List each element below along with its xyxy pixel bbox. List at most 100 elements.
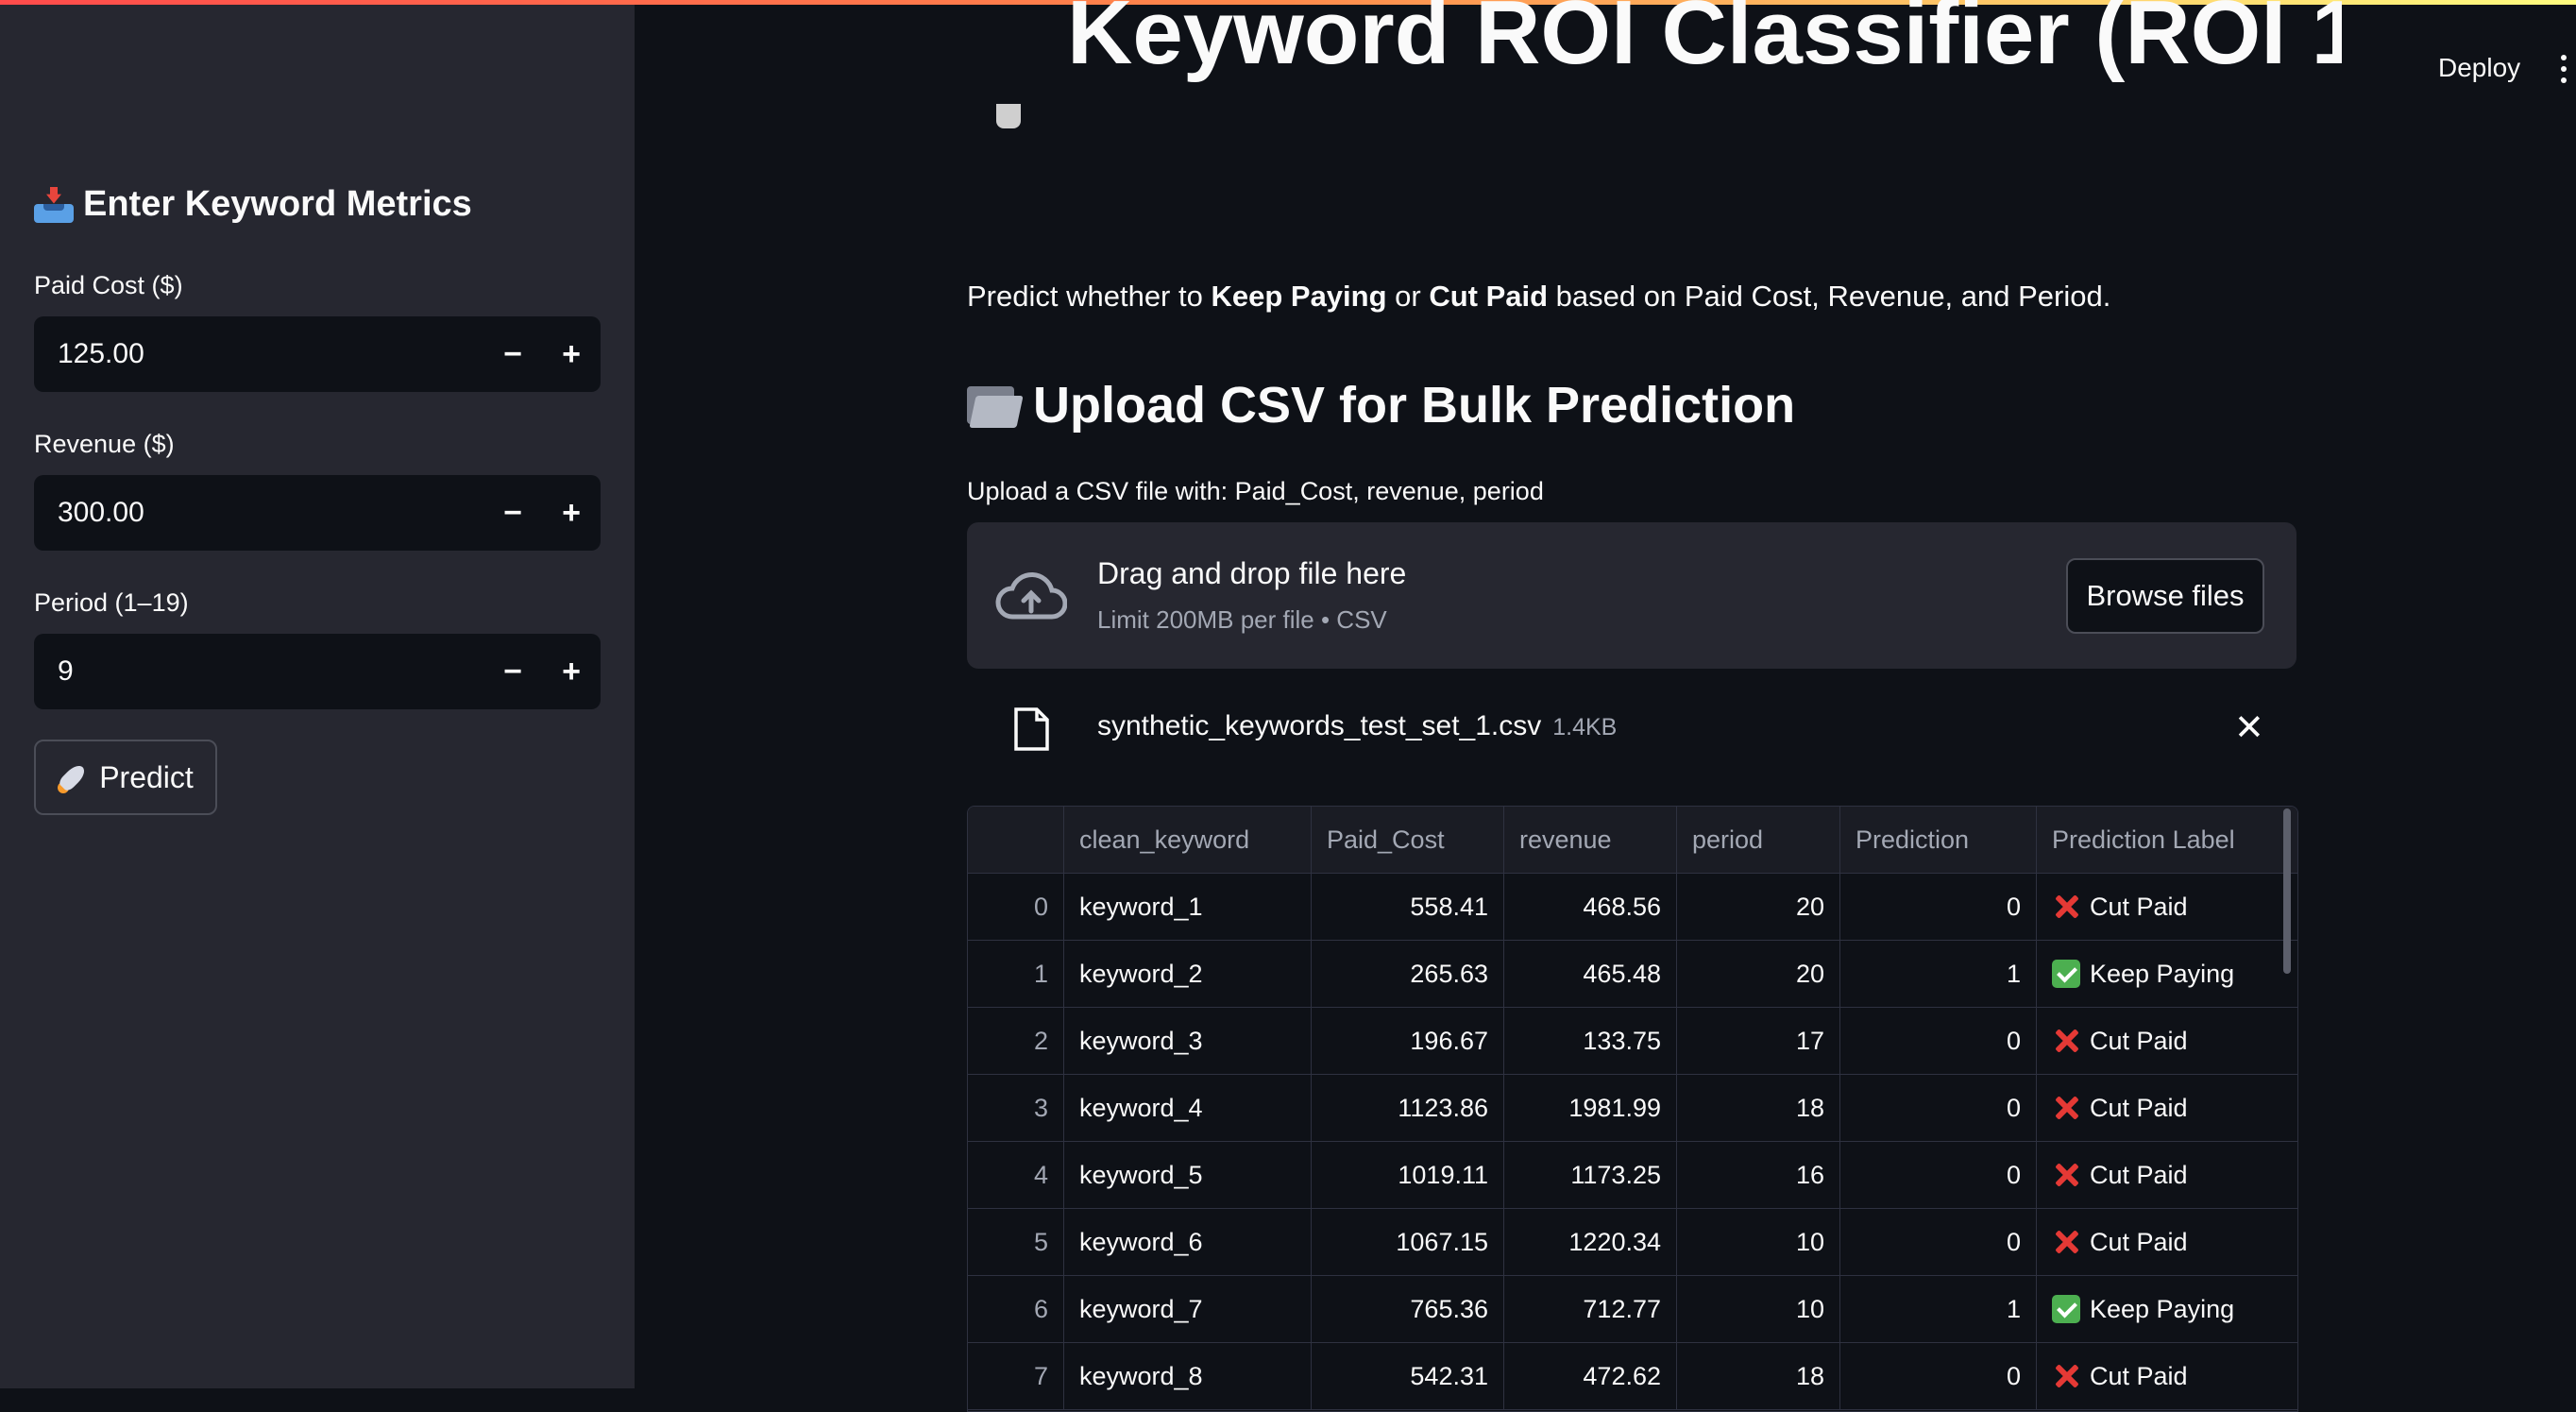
table-scrollbar[interactable] bbox=[2283, 808, 2291, 974]
period-cell[interactable]: 10 bbox=[1677, 1276, 1840, 1342]
paid-cost-cell[interactable]: 196.67 bbox=[1312, 1008, 1504, 1074]
column-header-revenue[interactable]: revenue bbox=[1504, 807, 1677, 873]
revenue-cell[interactable]: 1220.34 bbox=[1504, 1209, 1677, 1275]
paid-cost-value[interactable]: 125.00 bbox=[34, 338, 483, 370]
period-decrement-button[interactable]: − bbox=[483, 634, 542, 709]
page-title-area: Keyword ROI Classifier (ROI 1.2) bbox=[944, 0, 2342, 142]
prediction-label-cell[interactable]: Keep Paying bbox=[2037, 1276, 2297, 1342]
paid-cost-cell[interactable]: 542.31 bbox=[1312, 1343, 1504, 1409]
column-header-period[interactable]: period bbox=[1677, 807, 1840, 873]
revenue-increment-button[interactable]: + bbox=[542, 475, 601, 551]
paid-cost-cell[interactable]: 1067.15 bbox=[1312, 1209, 1504, 1275]
dropzone-limit: Limit 200MB per file • CSV bbox=[1097, 605, 1387, 634]
revenue-cell[interactable]: 712.77 bbox=[1504, 1276, 1677, 1342]
keyword-cell[interactable]: keyword_2 bbox=[1064, 941, 1312, 1007]
prediction-label-cell[interactable]: Cut Paid bbox=[2037, 1142, 2297, 1208]
remove-file-close-icon[interactable]: ✕ bbox=[2234, 706, 2264, 749]
dropzone-instructions: Drag and drop file here bbox=[1097, 556, 1407, 590]
paid-cost-decrement-button[interactable]: − bbox=[483, 316, 542, 392]
row-index[interactable]: 5 bbox=[968, 1209, 1064, 1275]
predict-button[interactable]: Predict bbox=[34, 740, 217, 815]
revenue-cell[interactable]: 133.75 bbox=[1504, 1008, 1677, 1074]
period-cell[interactable]: 18 bbox=[1677, 1343, 1840, 1409]
revenue-cell[interactable]: 1173.25 bbox=[1504, 1142, 1677, 1208]
paid-cost-cell[interactable]: 1019.11 bbox=[1312, 1142, 1504, 1208]
column-header-prediction[interactable]: Prediction bbox=[1840, 807, 2037, 873]
prediction-cell[interactable]: 1 bbox=[1840, 941, 2037, 1007]
period-cell[interactable]: 16 bbox=[1677, 1142, 1840, 1208]
table-row[interactable]: 4 keyword_5 1019.11 1173.25 16 0 Cut Paid bbox=[968, 1142, 2297, 1209]
keyword-cell[interactable]: keyword_5 bbox=[1064, 1142, 1312, 1208]
table-row[interactable]: 5 keyword_6 1067.15 1220.34 10 0 Cut Paid bbox=[968, 1209, 2297, 1276]
prediction-cell[interactable]: 0 bbox=[1840, 1343, 2037, 1409]
period-cell[interactable]: 10 bbox=[1677, 1209, 1840, 1275]
revenue-cell[interactable]: 465.48 bbox=[1504, 941, 1677, 1007]
period-value[interactable]: 9 bbox=[34, 655, 483, 688]
paid-cost-cell[interactable]: 558.41 bbox=[1312, 874, 1504, 940]
prediction-label-cell[interactable]: Cut Paid bbox=[2037, 1209, 2297, 1275]
table-row[interactable]: 1 keyword_2 265.63 465.48 20 1 Keep Paying bbox=[968, 941, 2297, 1008]
table-row[interactable]: 7 keyword_8 542.31 472.62 18 0 Cut Paid bbox=[968, 1343, 2297, 1410]
predictions-table[interactable]: clean_keyword Paid_Cost revenue period P… bbox=[967, 806, 2298, 1412]
row-index[interactable]: 0 bbox=[968, 874, 1064, 940]
revenue-cell[interactable]: 472.62 bbox=[1504, 1343, 1677, 1409]
keyword-cell[interactable]: keyword_7 bbox=[1064, 1276, 1312, 1342]
prediction-label-cell[interactable]: Cut Paid bbox=[2037, 1343, 2297, 1409]
period-increment-button[interactable]: + bbox=[542, 634, 601, 709]
table-row[interactable]: 6 keyword_7 765.36 712.77 10 1 Keep Paying bbox=[968, 1276, 2297, 1343]
row-index[interactable]: 6 bbox=[968, 1276, 1064, 1342]
revenue-input[interactable]: 300.00 − + bbox=[34, 475, 601, 551]
paid-cost-cell[interactable]: 265.63 bbox=[1312, 941, 1504, 1007]
paid-cost-cell[interactable]: 765.36 bbox=[1312, 1276, 1504, 1342]
check-mark-icon bbox=[2052, 960, 2080, 988]
revenue-cell[interactable]: 468.56 bbox=[1504, 874, 1677, 940]
keyword-cell[interactable]: keyword_3 bbox=[1064, 1008, 1312, 1074]
prediction-cell[interactable]: 0 bbox=[1840, 874, 2037, 940]
trophy-icon bbox=[996, 104, 1021, 128]
row-index[interactable]: 4 bbox=[968, 1142, 1064, 1208]
paid-cost-cell[interactable]: 1123.86 bbox=[1312, 1075, 1504, 1141]
period-cell[interactable]: 18 bbox=[1677, 1075, 1840, 1141]
row-index[interactable]: 7 bbox=[968, 1343, 1064, 1409]
revenue-value[interactable]: 300.00 bbox=[34, 497, 483, 529]
period-input[interactable]: 9 − + bbox=[34, 634, 601, 709]
prediction-label-cell[interactable]: Cut Paid bbox=[2037, 1075, 2297, 1141]
table-row[interactable]: 2 keyword_3 196.67 133.75 17 0 Cut Paid bbox=[968, 1008, 2297, 1075]
row-index[interactable]: 2 bbox=[968, 1008, 1064, 1074]
paid-cost-input[interactable]: 125.00 − + bbox=[34, 316, 601, 392]
prediction-label-cell[interactable]: Cut Paid bbox=[2037, 1008, 2297, 1074]
deploy-button[interactable]: Deploy bbox=[2438, 53, 2520, 83]
period-cell[interactable]: 20 bbox=[1677, 941, 1840, 1007]
revenue-decrement-button[interactable]: − bbox=[483, 475, 542, 551]
paid-cost-label: Paid Cost ($) bbox=[34, 271, 183, 299]
keyword-cell[interactable]: keyword_4 bbox=[1064, 1075, 1312, 1141]
revenue-cell[interactable]: 1981.99 bbox=[1504, 1075, 1677, 1141]
row-index[interactable]: 1 bbox=[968, 941, 1064, 1007]
period-cell[interactable]: 17 bbox=[1677, 1008, 1840, 1074]
column-header-paid-cost[interactable]: Paid_Cost bbox=[1312, 807, 1504, 873]
column-header-index[interactable] bbox=[968, 807, 1064, 873]
keyword-cell[interactable]: keyword_8 bbox=[1064, 1343, 1312, 1409]
cross-mark-icon bbox=[2052, 1094, 2080, 1122]
paid-cost-increment-button[interactable]: + bbox=[542, 316, 601, 392]
keyword-cell[interactable]: keyword_6 bbox=[1064, 1209, 1312, 1275]
prediction-cell[interactable]: 1 bbox=[1840, 1276, 2037, 1342]
prediction-label-cell[interactable]: Keep Paying bbox=[2037, 941, 2297, 1007]
prediction-cell[interactable]: 0 bbox=[1840, 1142, 2037, 1208]
column-header-clean-keyword[interactable]: clean_keyword bbox=[1064, 807, 1312, 873]
browse-files-button[interactable]: Browse files bbox=[2066, 558, 2264, 634]
table-row[interactable]: 0 keyword_1 558.41 468.56 20 0 Cut Paid bbox=[968, 874, 2297, 941]
prediction-label-text: Keep Paying bbox=[2090, 959, 2235, 988]
row-index[interactable]: 3 bbox=[968, 1075, 1064, 1141]
keyword-cell[interactable]: keyword_1 bbox=[1064, 874, 1312, 940]
column-header-prediction-label[interactable]: Prediction Label bbox=[2037, 807, 2297, 873]
intro-suffix: based on Paid Cost, Revenue, and Period. bbox=[1548, 280, 2111, 313]
period-cell[interactable]: 20 bbox=[1677, 874, 1840, 940]
file-dropzone[interactable]: Drag and drop file here Limit 200MB per … bbox=[967, 522, 2296, 669]
prediction-cell[interactable]: 0 bbox=[1840, 1075, 2037, 1141]
prediction-cell[interactable]: 0 bbox=[1840, 1008, 2037, 1074]
prediction-cell[interactable]: 0 bbox=[1840, 1209, 2037, 1275]
prediction-label-cell[interactable]: Cut Paid bbox=[2037, 874, 2297, 940]
main-menu-icon[interactable] bbox=[2561, 55, 2567, 83]
table-row[interactable]: 3 keyword_4 1123.86 1981.99 18 0 Cut Paid bbox=[968, 1075, 2297, 1142]
